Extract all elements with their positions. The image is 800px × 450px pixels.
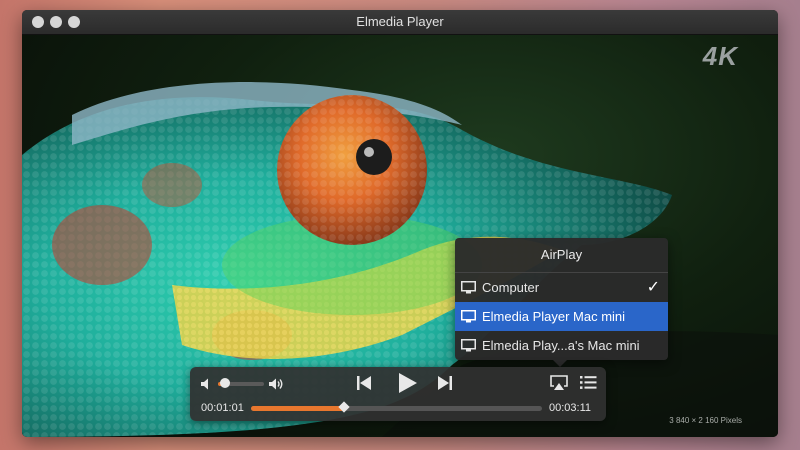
airplay-item-label: Computer <box>482 280 540 295</box>
volume-low-icon[interactable] <box>200 377 212 391</box>
airplay-item-elmedia-mac-mini[interactable]: Elmedia Player Mac mini <box>455 302 668 331</box>
next-icon[interactable] <box>437 375 453 391</box>
player-window: Elmedia Player 4K 3 840 × 2 160 Pixels A… <box>22 10 778 437</box>
seek-progress <box>251 406 344 411</box>
airplay-item-label: Elmedia Play...a's Mac mini <box>482 338 640 353</box>
title-bar[interactable]: Elmedia Player <box>22 10 778 35</box>
play-icon[interactable] <box>398 372 418 394</box>
duration: 00:03:11 <box>549 402 592 414</box>
previous-icon[interactable] <box>356 375 372 391</box>
airplay-item-computer[interactable]: Computer ✓ <box>455 273 668 302</box>
airplay-item-label: Elmedia Player Mac mini <box>482 309 626 324</box>
monitor-icon <box>461 339 476 352</box>
resolution-caption: 3 840 × 2 160 Pixels <box>669 416 742 425</box>
airplay-menu: AirPlay Computer ✓ Elmedia Player Mac mi… <box>455 238 668 367</box>
checkmark-icon: ✓ <box>646 279 660 296</box>
airplay-menu-title: AirPlay <box>455 238 668 273</box>
monitor-icon <box>461 310 476 323</box>
volume-knob[interactable] <box>220 378 230 388</box>
4k-badge: 4K <box>702 41 738 71</box>
playlist-icon[interactable] <box>580 375 597 390</box>
current-time: 00:01:01 <box>201 402 244 414</box>
airplay-menu-pointer <box>553 360 567 367</box>
volume-high-icon[interactable] <box>268 377 284 391</box>
playback-controls: 00:01:01 00:03:11 <box>190 367 606 421</box>
monitor-icon <box>461 281 476 294</box>
airplay-icon[interactable] <box>550 375 568 391</box>
airplay-item-other-mac-mini[interactable]: Elmedia Play...a's Mac mini <box>455 331 668 360</box>
window-title: Elmedia Player <box>356 14 444 29</box>
